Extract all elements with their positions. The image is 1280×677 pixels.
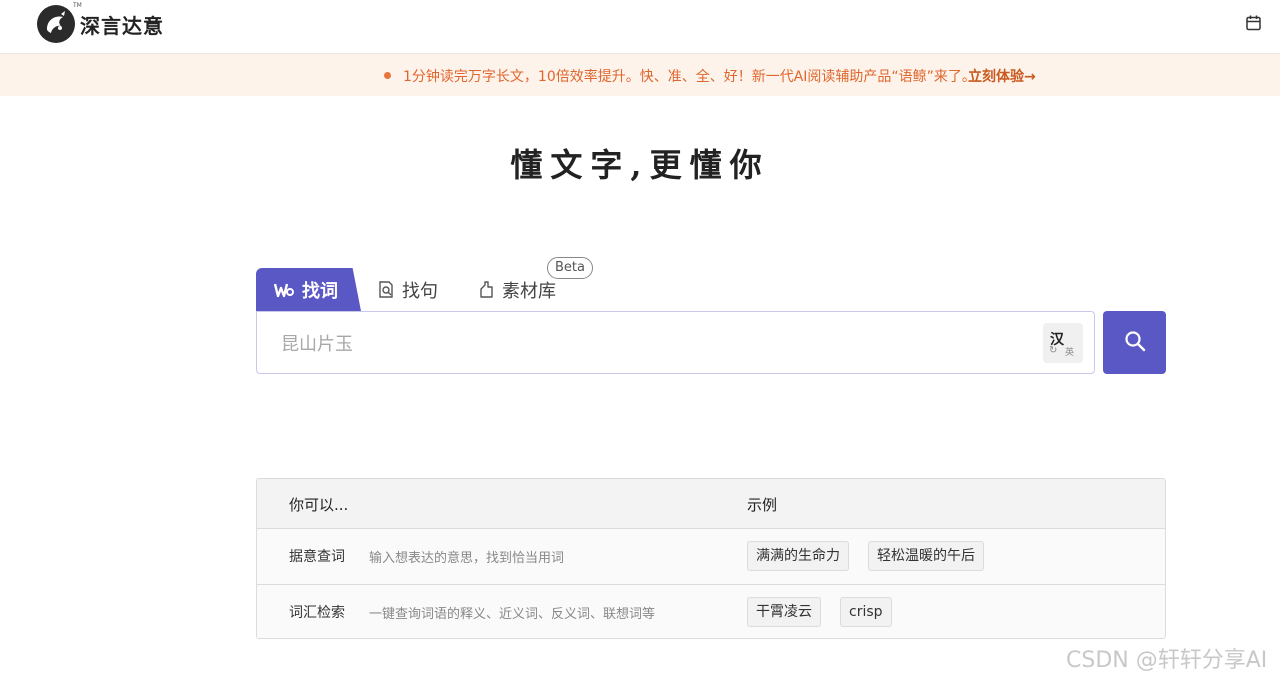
- search-box: 汉 ↻ 英: [256, 311, 1095, 374]
- trademark-label: TM: [73, 2, 82, 9]
- top-header: TM 深言达意: [0, 0, 1280, 54]
- announcement-text: 1分钟读完万字长文，10倍效率提升。快、准、全、好！新一代AI阅读辅助产品“语鲸…: [403, 69, 976, 85]
- tab-find-sentence[interactable]: 找句: [378, 268, 438, 311]
- tab-label: 找句: [402, 280, 438, 302]
- material-icon: [478, 280, 494, 299]
- usage-guide-table: 你可以... 示例 据意查词 输入想表达的意思，找到恰当用词 满满的生命力 轻松…: [256, 478, 1166, 639]
- column-header: 示例: [747, 496, 778, 514]
- tab-label: 素材库: [502, 280, 556, 302]
- lang-en-label: 英: [1065, 348, 1075, 358]
- beta-badge: Beta: [547, 257, 593, 279]
- tab-find-word[interactable]: 找词: [256, 268, 361, 311]
- sentence-search-icon: [378, 280, 394, 299]
- logo-text[interactable]: 深言达意: [80, 10, 164, 39]
- word-icon: [274, 282, 294, 298]
- example-chip[interactable]: crisp: [840, 597, 892, 627]
- search-button[interactable]: [1103, 311, 1166, 374]
- watermark-text: CSDN @轩轩分享AI: [1066, 648, 1268, 673]
- tab-material-library[interactable]: 素材库: [478, 268, 556, 311]
- announcement-banner: 1分钟读完万字长文，10倍效率提升。快、准、全、好！新一代AI阅读辅助产品“语鲸…: [0, 54, 1280, 96]
- row-title: 据意查词: [289, 549, 345, 565]
- logo-icon[interactable]: TM: [37, 2, 82, 43]
- calendar-icon[interactable]: [1245, 14, 1263, 32]
- page-slogan: 懂文字,更懂你: [510, 146, 770, 184]
- column-header: 你可以...: [289, 496, 349, 514]
- row-description: 输入想表达的意思，找到恰当用词: [369, 551, 565, 566]
- search-input[interactable]: [279, 326, 1023, 362]
- try-now-link[interactable]: 立刻体验→: [968, 66, 1036, 86]
- swap-arrow-icon: ↻: [1049, 345, 1058, 356]
- language-toggle-button[interactable]: 汉 ↻ 英: [1043, 323, 1083, 363]
- table-row: 据意查词 输入想表达的意思，找到恰当用词 满满的生命力 轻松温暖的午后: [257, 529, 1165, 585]
- example-chip[interactable]: 满满的生命力: [747, 541, 849, 571]
- notice-dot-icon: [384, 72, 391, 79]
- example-chip[interactable]: 轻松温暖的午后: [868, 541, 984, 571]
- tab-label: 找词: [302, 280, 338, 302]
- search-icon: [1124, 330, 1146, 356]
- table-row: 词汇检索 一键查询词语的释义、近义词、反义词、联想词等 干霄凌云 crisp: [257, 585, 1165, 638]
- example-chip[interactable]: 干霄凌云: [747, 597, 821, 627]
- row-description: 一键查询词语的释义、近义词、反义词、联想词等: [369, 607, 656, 622]
- table-header: 你可以... 示例: [257, 479, 1165, 529]
- row-title: 词汇检索: [289, 605, 345, 621]
